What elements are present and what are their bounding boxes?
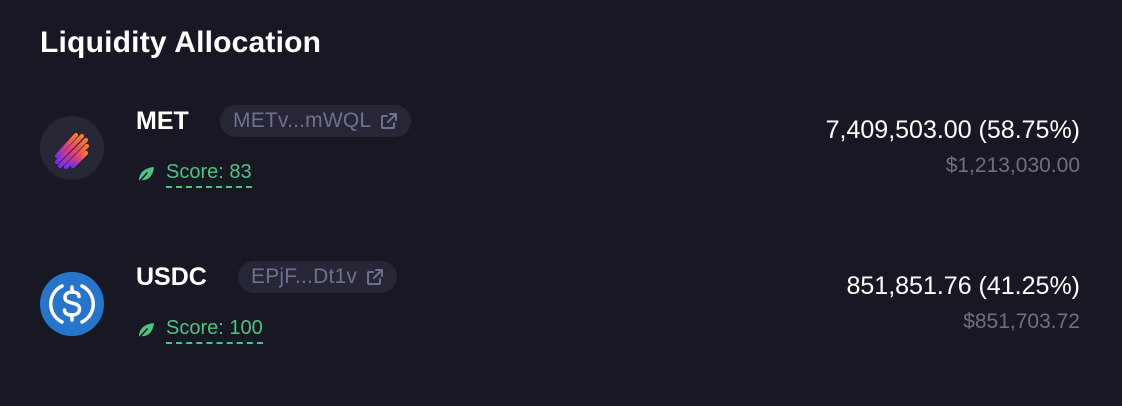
score-link[interactable]: Score: 100: [136, 316, 263, 344]
usdc-logo-icon: [40, 272, 104, 336]
token-address-text: EPjF...Dt1v: [251, 265, 358, 288]
score-link[interactable]: Score: 83: [136, 160, 252, 188]
token-amount: 7,409,503.00 (58.75%): [825, 116, 1080, 144]
liquidity-allocation-panel: Liquidity Allocation MET METv...mWQL Sco…: [0, 0, 1122, 406]
token-row-met: MET METv...mWQL Score: 83 7,409,503.00 (…: [0, 100, 1122, 210]
token-address-link[interactable]: METv...mWQL: [220, 105, 412, 137]
token-usd-value: $1,213,030.00: [945, 154, 1080, 177]
token-amount: 851,851.76 (41.25%): [846, 272, 1080, 300]
leaf-icon: [136, 164, 156, 184]
meteora-logo-icon: [40, 116, 104, 180]
token-usd-value: $851,703.72: [963, 310, 1080, 333]
token-symbol: MET: [136, 107, 189, 135]
token-address-link[interactable]: EPjF...Dt1v: [238, 261, 398, 293]
external-link-icon: [379, 111, 399, 131]
token-symbol: USDC: [136, 263, 207, 291]
leaf-icon: [136, 320, 156, 340]
section-title: Liquidity Allocation: [40, 26, 322, 59]
score-label: Score: 83: [166, 160, 252, 188]
external-link-icon: [365, 267, 385, 287]
token-address-text: METv...mWQL: [233, 109, 372, 132]
score-label: Score: 100: [166, 316, 263, 344]
token-row-usdc: USDC EPjF...Dt1v Score: 100 851,851.76 (…: [0, 256, 1122, 366]
